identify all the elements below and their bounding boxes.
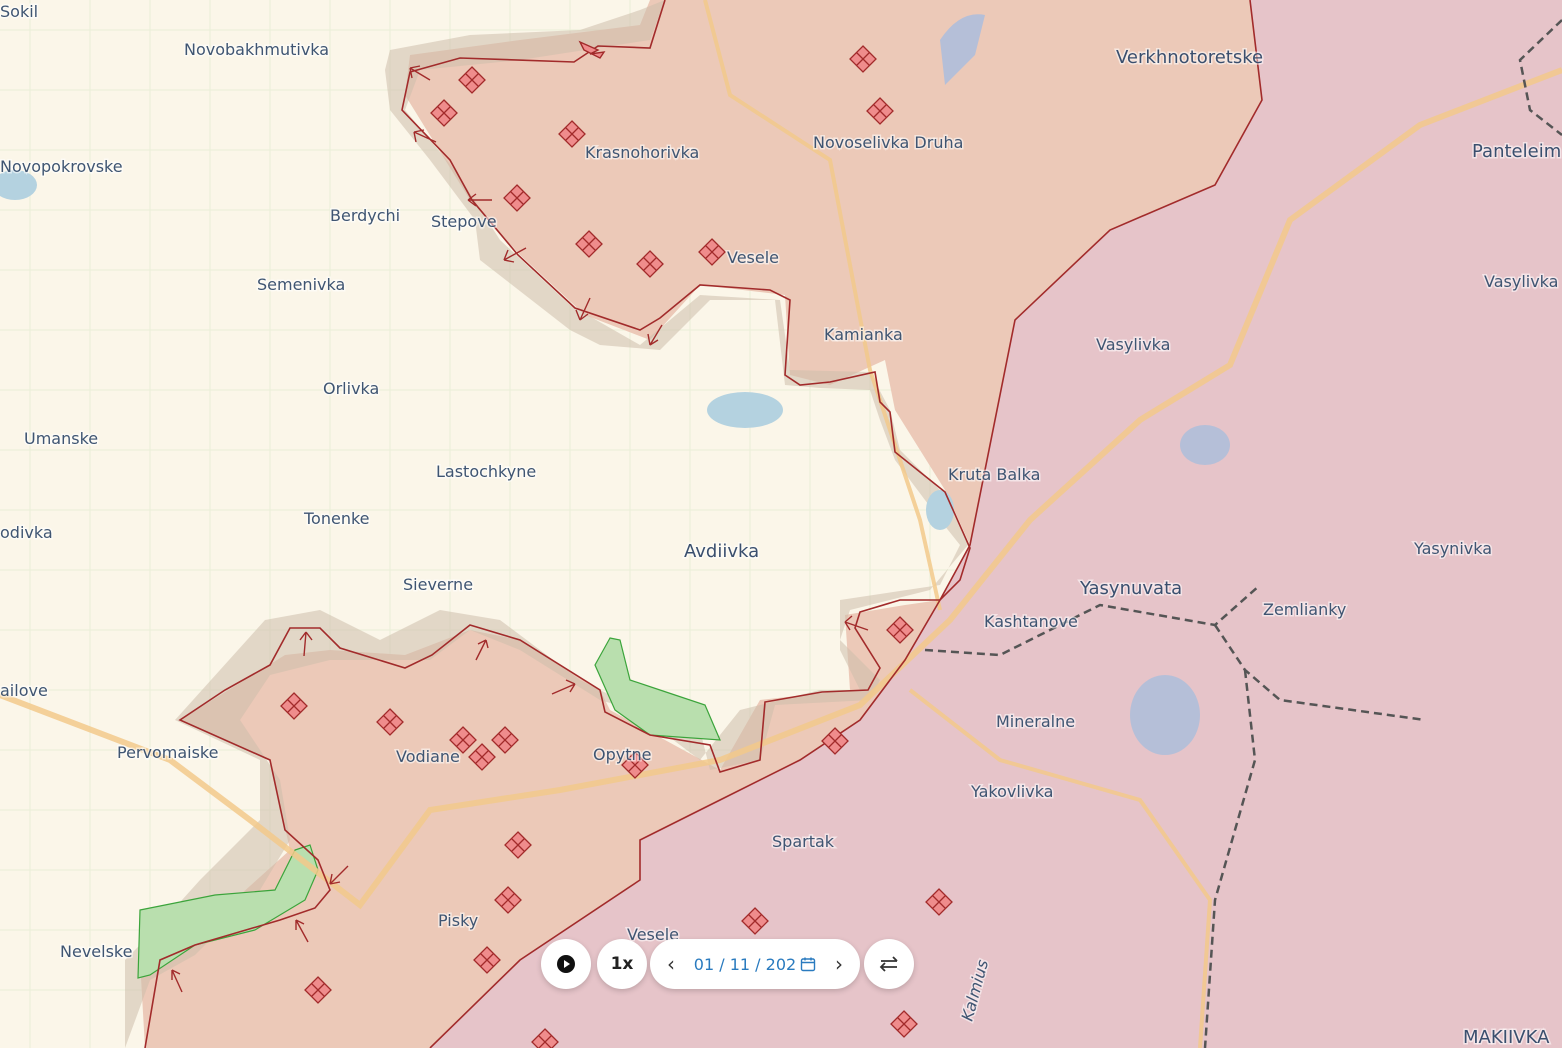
place-label: Novobakhmutivka bbox=[184, 40, 329, 59]
chevron-left-icon[interactable]: ‹ bbox=[664, 952, 678, 976]
place-label: Stepove bbox=[431, 212, 497, 231]
place-label: Novoselivka Druha bbox=[813, 133, 963, 152]
date-input[interactable]: 01 / 11 / 202 bbox=[694, 955, 816, 974]
place-label: Vodiane bbox=[396, 747, 460, 766]
reservoir-east bbox=[1130, 675, 1200, 755]
date-picker[interactable]: ‹ 01 / 11 / 202 › bbox=[650, 939, 860, 989]
play-icon bbox=[557, 955, 575, 973]
place-label: Semenivka bbox=[257, 275, 345, 294]
place-label: Yakovlivka bbox=[970, 782, 1053, 801]
play-button[interactable] bbox=[541, 939, 591, 989]
place-label: Sieverne bbox=[403, 575, 473, 594]
place-label: Kruta Balka bbox=[948, 465, 1040, 484]
place-label: Kashtanove bbox=[984, 612, 1078, 631]
place-label: odivka bbox=[0, 523, 53, 542]
swap-icon bbox=[879, 956, 898, 972]
lake bbox=[707, 392, 783, 428]
place-label: Nevelske bbox=[60, 942, 132, 961]
date-value: 01 / 11 / 202 bbox=[693, 954, 797, 974]
place-label: Kamianka bbox=[824, 325, 903, 344]
place-label: Pervomaiske bbox=[117, 743, 218, 762]
lake-small bbox=[1180, 425, 1230, 465]
place-label: Lastochkyne bbox=[436, 462, 536, 481]
place-label-city: Avdiivka bbox=[684, 541, 759, 562]
place-label: Vasylivka bbox=[1096, 335, 1170, 354]
lake-small bbox=[926, 490, 954, 530]
place-label: Opytne bbox=[593, 745, 651, 764]
map-canvas[interactable]: Sokil Novobakhmutivka Novopokrovske Berd… bbox=[0, 0, 1562, 1048]
place-label-city: MAKIIVKA bbox=[1463, 1027, 1550, 1048]
calendar-icon[interactable] bbox=[800, 956, 816, 972]
place-label: Mineralne bbox=[996, 712, 1075, 731]
place-label: Umanske bbox=[24, 429, 98, 448]
place-label: Krasnohorivka bbox=[585, 143, 699, 162]
place-label: Spartak bbox=[772, 832, 835, 851]
place-label: Yasynivka bbox=[1413, 539, 1492, 558]
place-label-city: Panteleim bbox=[1472, 141, 1561, 162]
place-label: Zemlianky bbox=[1263, 600, 1346, 619]
place-label: Pisky bbox=[438, 911, 478, 930]
place-label-city: Verkhnotoretske bbox=[1116, 47, 1263, 68]
place-label: Orlivka bbox=[323, 379, 379, 398]
chevron-right-icon[interactable]: › bbox=[832, 952, 846, 976]
place-label: Berdychi bbox=[330, 206, 400, 225]
place-label: Vasylivka bbox=[1484, 272, 1558, 291]
swap-button[interactable] bbox=[864, 939, 914, 989]
speed-button[interactable]: 1x bbox=[597, 939, 647, 989]
place-label: Vesele bbox=[727, 248, 779, 267]
place-label: Novopokrovske bbox=[0, 157, 123, 176]
place-label: Tonenke bbox=[303, 509, 370, 528]
place-label: ailove bbox=[0, 681, 48, 700]
place-label: Sokil bbox=[0, 2, 38, 21]
place-label-city: Yasynuvata bbox=[1079, 578, 1182, 599]
